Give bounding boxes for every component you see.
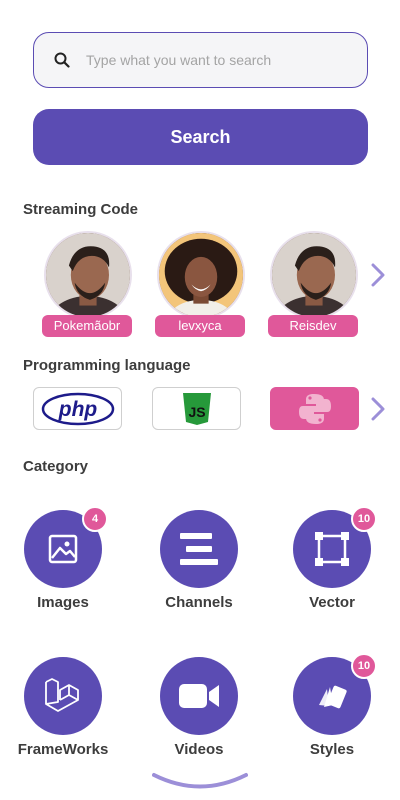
search-icon	[52, 50, 72, 70]
js-logo-text: JS	[188, 404, 205, 420]
streamer-avatar	[270, 231, 358, 319]
streaming-code-title: Streaming Code	[23, 201, 139, 218]
streamer-name: levxyca	[155, 315, 245, 337]
category-label: Images	[37, 594, 89, 611]
streamer-avatar	[157, 231, 245, 319]
category-label: Videos	[174, 741, 224, 758]
search-button[interactable]: Search	[33, 109, 368, 165]
category-label: Channels	[165, 594, 233, 611]
video-camera-icon	[179, 684, 219, 708]
language-card-javascript[interactable]: JS	[152, 387, 241, 430]
php-logo-icon: php	[41, 392, 114, 425]
cards-icon	[319, 685, 347, 709]
streamer-name: Pokemãobr	[42, 315, 132, 337]
category-title: Category	[23, 458, 89, 475]
laravel-icon	[45, 678, 79, 712]
category-label: Vector	[309, 594, 355, 611]
streamer-card[interactable]: levxyca	[155, 231, 247, 339]
category-vector[interactable]: 10 Vector	[277, 506, 387, 611]
search-input[interactable]	[86, 52, 336, 68]
category-images[interactable]: 4 Images	[8, 506, 118, 611]
language-card-php[interactable]: php	[33, 387, 122, 430]
category-label: Styles	[309, 741, 355, 758]
category-channels[interactable]: Channels	[144, 510, 254, 611]
expand-down-chevron-icon[interactable]	[152, 772, 248, 792]
notification-badge: 10	[351, 653, 377, 679]
category-circle: 10	[293, 653, 377, 735]
javascript-logo-icon: JS	[182, 392, 211, 425]
category-circle	[160, 657, 238, 735]
channels-icon	[180, 533, 218, 565]
language-card-python[interactable]	[270, 387, 359, 430]
notification-badge: 10	[351, 506, 377, 532]
image-icon	[48, 534, 78, 564]
category-frameworks[interactable]: FrameWorks	[8, 657, 118, 758]
vector-icon	[315, 532, 349, 566]
php-logo-text: php	[57, 398, 97, 421]
category-circle	[160, 510, 238, 588]
languages-next-chevron-icon[interactable]	[367, 394, 389, 424]
notification-badge: 4	[82, 506, 108, 532]
streamer-name: Reisdev	[268, 315, 358, 337]
programming-language-title: Programming language	[23, 357, 191, 374]
search-bar[interactable]	[33, 32, 368, 88]
python-logo-icon	[298, 393, 331, 424]
streamers-next-chevron-icon[interactable]	[367, 260, 389, 290]
category-styles[interactable]: 10 Styles	[277, 653, 387, 758]
streamer-card[interactable]: Reisdev	[268, 231, 360, 339]
category-circle: 10	[293, 506, 377, 588]
streamer-avatar	[44, 231, 132, 319]
streamer-card[interactable]: Pokemãobr	[42, 231, 134, 339]
category-circle	[24, 657, 102, 735]
category-label: FrameWorks	[17, 741, 109, 758]
category-videos[interactable]: Videos	[144, 657, 254, 758]
category-circle: 4	[24, 506, 108, 588]
